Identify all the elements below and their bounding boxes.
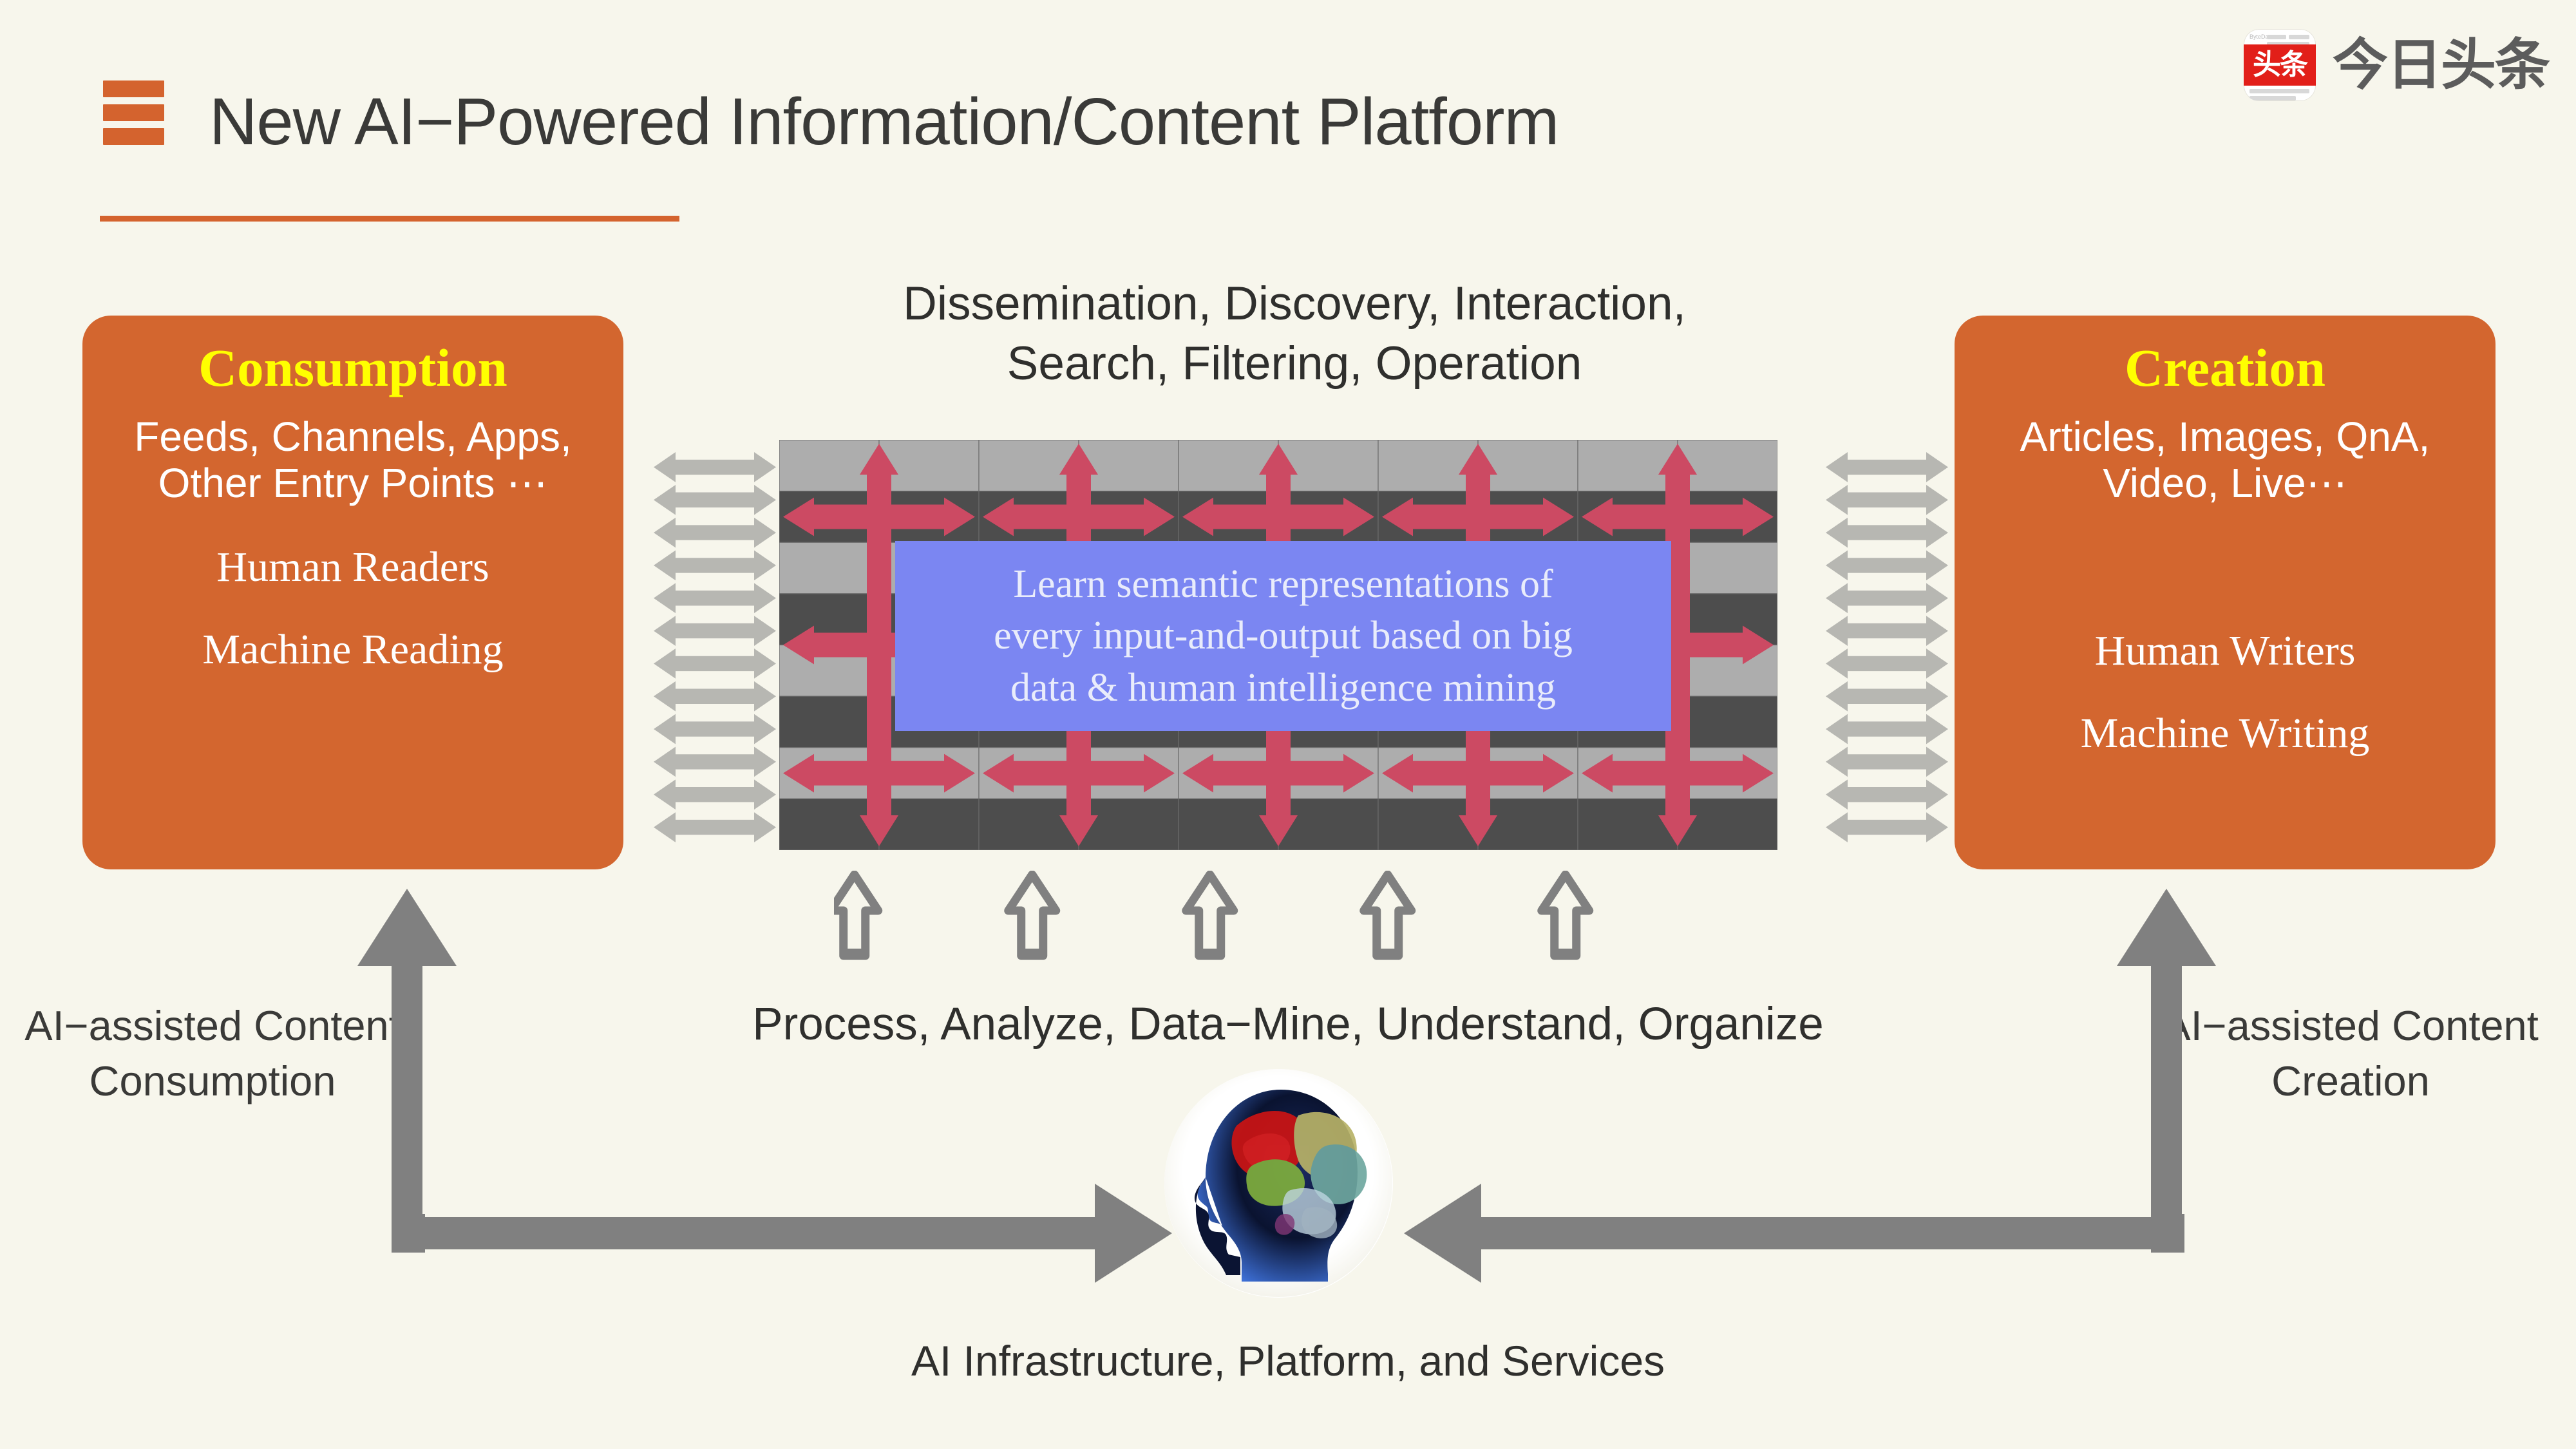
center-headline: Dissemination, Discovery, Interaction, S… bbox=[741, 274, 1848, 394]
center-headline-line-1: Dissemination, Discovery, Interaction, bbox=[903, 278, 1686, 330]
left-bidirectional-arrow-stack bbox=[654, 451, 776, 847]
toutiao-wordmark: 今日头条 bbox=[2333, 33, 2550, 97]
logo-mark-text: 头条 bbox=[2253, 48, 2308, 81]
right-bidirectional-arrow-stack bbox=[1826, 451, 1948, 847]
consumption-item-human-readers: Human Readers bbox=[216, 544, 489, 591]
hamburger-bar bbox=[103, 128, 164, 145]
consumption-panel[interactable]: Consumption Feeds, Channels, Apps, Other… bbox=[82, 316, 623, 869]
creation-panel-title: Creation bbox=[2125, 338, 2325, 397]
right-elbow-arrow bbox=[1404, 889, 2216, 1283]
logo-red-band: 头条 bbox=[2244, 44, 2316, 86]
hamburger-bar bbox=[103, 80, 164, 97]
callout-line-2: every input-and-output based on big bbox=[994, 614, 1573, 658]
consumption-item-machine-reading: Machine Reading bbox=[202, 626, 504, 674]
bottom-caption: AI Infrastructure, Platform, and Service… bbox=[911, 1337, 1665, 1385]
consumption-panel-subtitle: Feeds, Channels, Apps, Other Entry Point… bbox=[134, 413, 572, 506]
semantic-callout: Learn semantic representations of every … bbox=[895, 541, 1671, 731]
page-title: New AI−Powered Information/Content Platf… bbox=[209, 84, 1559, 158]
brain-head-icon bbox=[1164, 1069, 1393, 1298]
hamburger-bar bbox=[103, 104, 164, 121]
creation-panel[interactable]: Creation Articles, Images, QnA, Video, L… bbox=[1955, 316, 2496, 869]
title-underline-rule bbox=[100, 216, 679, 222]
callout-line-1: Learn semantic representations of bbox=[1013, 562, 1553, 606]
hamburger-icon[interactable] bbox=[103, 80, 164, 145]
callout-line-3: data & human intelligence mining bbox=[1010, 665, 1557, 710]
creation-item-human-writers: Human Writers bbox=[2094, 627, 2356, 675]
creation-panel-subtitle: Articles, Images, QnA, Video, Live⋯ bbox=[2020, 413, 2430, 506]
toutiao-app-icon: ByteDance 头条 bbox=[2244, 29, 2316, 101]
slide-root: New AI−Powered Information/Content Platf… bbox=[0, 0, 2576, 1449]
creation-item-machine-writing: Machine Writing bbox=[2080, 710, 2370, 757]
center-headline-line-2: Search, Filtering, Operation bbox=[1007, 337, 1582, 390]
consumption-panel-title: Consumption bbox=[198, 338, 507, 397]
toutiao-logo[interactable]: ByteDance 头条 今日头条 bbox=[2244, 29, 2550, 101]
left-elbow-arrow bbox=[357, 889, 1172, 1283]
